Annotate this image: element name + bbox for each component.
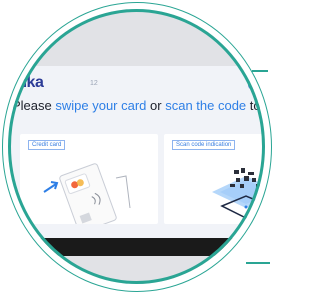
prompt-text-1: Please — [12, 98, 56, 113]
magnifier-lens: unka 12 Me Please swipe your card or sca… — [8, 9, 265, 284]
bottom-bar — [8, 238, 265, 256]
top-bar: unka 12 Me — [8, 66, 265, 96]
prompt-text-3: to log i — [249, 98, 265, 113]
language-label[interactable]: Me — [262, 81, 265, 88]
scan-code-option[interactable]: Scan code indication — [164, 134, 265, 224]
prompt-highlight-swipe: swipe your card — [55, 98, 147, 113]
card-reader-icon — [43, 163, 131, 224]
callout-line-bottom — [246, 262, 270, 264]
globe-icon[interactable] — [248, 80, 258, 90]
prompt-highlight-scan: scan the code — [165, 98, 247, 113]
prompt-text-2: or — [146, 98, 166, 113]
kiosk-screen: unka 12 Me Please swipe your card or sca… — [8, 66, 265, 256]
login-prompt: Please swipe your card or scan the code … — [12, 98, 265, 113]
brand-logo: unka — [8, 74, 44, 91]
credit-card-option[interactable]: Credit card — [20, 134, 158, 224]
version-label: 12 — [90, 80, 98, 87]
qr-scan-icon — [212, 168, 265, 219]
